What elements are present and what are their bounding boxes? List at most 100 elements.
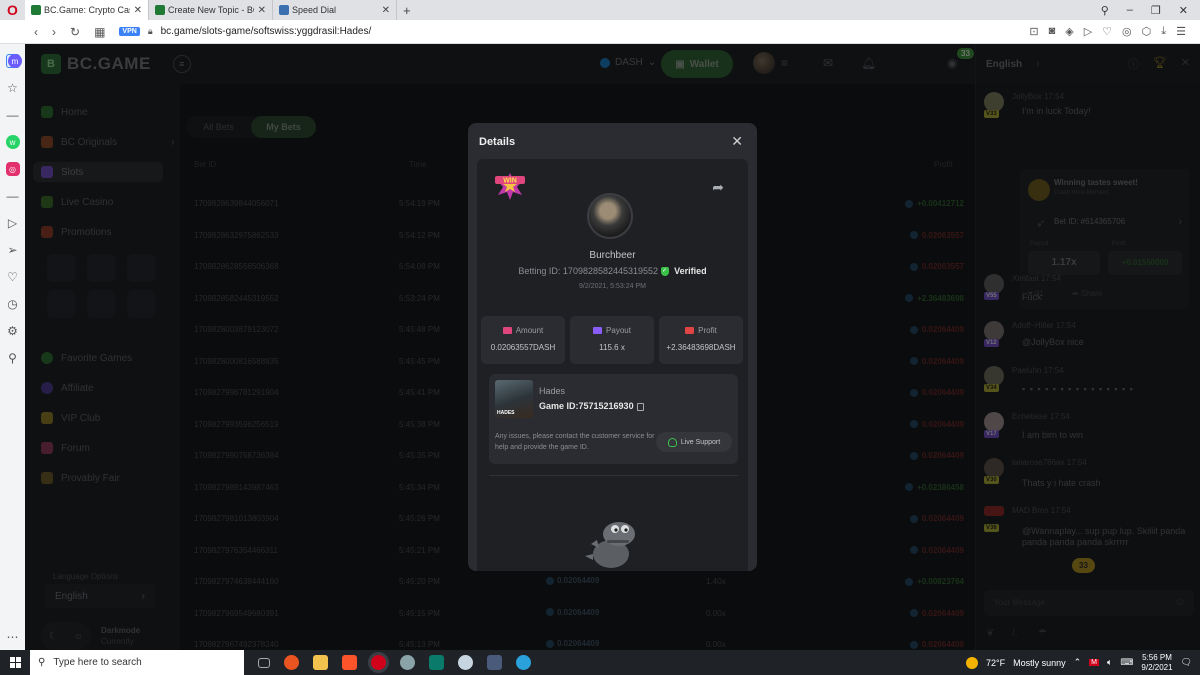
notifications-icon[interactable]: 🗨︎ (1181, 657, 1192, 668)
verified-shield-icon: ✓ (660, 267, 669, 277)
live-support-label: Live Support (680, 438, 721, 446)
divider-icon: — (6, 189, 19, 203)
start-button[interactable] (0, 650, 30, 675)
lock-icon[interactable]: 🔒︎ (148, 26, 153, 37)
amount-icon (502, 327, 512, 334)
opera-menu-icon[interactable]: O (0, 0, 25, 20)
calculator-icon[interactable] (487, 655, 502, 670)
minimize-icon[interactable]: – (1127, 4, 1133, 16)
maximize-icon[interactable]: ❐ (1151, 4, 1161, 17)
steam-icon[interactable] (458, 655, 473, 670)
antivirus-icon[interactable]: M (1089, 659, 1100, 666)
player-icon[interactable]: ▷ (6, 216, 20, 230)
windows-taskbar: ⚲ Type here to search 72°F Mostly sunny … (0, 650, 1200, 675)
forward-icon[interactable]: › (52, 25, 56, 39)
taskbar-clock[interactable]: 5:56 PM 9/2/2021 (1141, 653, 1172, 673)
reload-icon[interactable]: ↻ (70, 25, 80, 39)
messenger-icon[interactable]: m (8, 54, 22, 68)
search-tabs-icon[interactable]: ⚲ (1101, 4, 1109, 17)
verified-label[interactable]: Verified (674, 266, 707, 276)
win-badge-text: WIN (503, 178, 517, 185)
send-icon[interactable]: ➢ (6, 243, 20, 257)
bcgame-page: B BC.GAME ≡ DASH ⌄ ▣ Wallet ≡ ✉ 🔔︎ ◉ 33 … (25, 44, 1200, 650)
taskbar-search[interactable]: ⚲ Type here to search (30, 650, 244, 675)
url-field[interactable]: bc.game/slots-game/softswiss:yggdrasil:H… (161, 26, 372, 37)
history-icon[interactable]: ◷ (6, 297, 20, 311)
win-badge-icon: WIN (495, 173, 525, 200)
shield-icon[interactable]: ◈ (1065, 25, 1073, 38)
extension-icon[interactable]: ◎ (1122, 25, 1132, 38)
more-icon[interactable]: ⋯ (7, 630, 19, 644)
vpn-badge[interactable]: VPN (119, 27, 140, 36)
divider (489, 475, 738, 476)
game-id: Game ID:75715216930 (539, 401, 634, 411)
keyboard-icon[interactable]: ⌨ (1120, 657, 1133, 668)
tab-title: BC.Game: Crypto Casino G (44, 5, 130, 15)
tab-close-icon[interactable]: ✕ (134, 5, 142, 16)
player-name: Burchbeer (589, 250, 636, 261)
telegram-icon[interactable] (516, 655, 531, 670)
game-name[interactable]: Hades (539, 386, 565, 396)
close-window-icon[interactable]: ✕ (1179, 4, 1188, 17)
brave-icon[interactable] (342, 655, 357, 670)
weather-desc[interactable]: Mostly sunny (1013, 658, 1066, 668)
tabs-grid-icon[interactable]: ▦ (94, 25, 105, 39)
favorites-icon[interactable]: ♡ (6, 270, 20, 284)
menu-icon[interactable]: ☰ (1176, 25, 1186, 38)
opera-icon[interactable] (371, 655, 386, 670)
window-controls: ⚲ – ❐ ✕ (1101, 0, 1200, 20)
tips-icon[interactable]: ⚲ (6, 351, 20, 365)
instagram-icon[interactable]: ◎ (5, 162, 20, 176)
volume-icon[interactable]: 🔈︎ (1107, 657, 1112, 668)
weather-temp[interactable]: 72°F (986, 658, 1005, 668)
support-help-text: Any issues, please contact the customer … (495, 433, 655, 451)
taskbar-search-placeholder: Type here to search (53, 657, 142, 668)
copy-icon[interactable] (636, 402, 644, 411)
app-icon[interactable] (400, 655, 415, 670)
search-icon: ⚲ (38, 657, 46, 668)
stat-amount: Amount 0.02063557DASH (481, 316, 565, 364)
divider-icon: — (6, 108, 19, 122)
bookmark-icon[interactable]: ☆ (6, 81, 20, 95)
game-info-box: HADES Hades Game ID:75715216930 Any issu… (489, 374, 738, 464)
snapshot-icon[interactable]: ⊡ (1029, 25, 1038, 38)
tab-close-icon[interactable]: ✕ (258, 5, 266, 16)
speed-dial-favicon-icon (279, 5, 289, 15)
payout-icon (593, 327, 603, 334)
chevron-up-icon[interactable]: ⌃ (1074, 657, 1082, 668)
ubuntu-icon[interactable] (284, 655, 299, 670)
stat-label: Amount (515, 326, 544, 335)
game-thumbnail-label: HADES (497, 410, 515, 416)
stat-payout: Payout 115.6 x (570, 316, 654, 364)
tab-bcgame[interactable]: BC.Game: Crypto Casino G ✕ (25, 0, 149, 20)
task-view-icon[interactable] (258, 657, 270, 668)
stat-value: 115.6 x (599, 343, 625, 352)
stat-value: 0.02063557DASH (490, 343, 556, 352)
browser-tab-bar: O BC.Game: Crypto Casino G ✕ Create New … (0, 0, 1200, 20)
tab-close-icon[interactable]: ✕ (382, 5, 390, 16)
new-tab-button[interactable]: + (397, 3, 417, 18)
download-icon[interactable]: ⤓ (1161, 25, 1166, 38)
heart-icon[interactable]: ♡ (1102, 25, 1112, 38)
play-icon[interactable]: ▷ (1084, 25, 1092, 38)
weather-sun-icon[interactable] (965, 656, 978, 669)
profit-icon (685, 327, 695, 334)
close-icon[interactable]: ✕ (731, 133, 743, 150)
file-explorer-icon[interactable] (313, 655, 328, 670)
stat-profit: Profit +2.36483698DASH (659, 316, 743, 364)
camera-icon[interactable]: ◙ (1049, 25, 1056, 38)
live-support-button[interactable]: Live Support (656, 432, 732, 452)
tab-title: Speed Dial (292, 5, 337, 15)
share-icon[interactable]: ➦ (712, 179, 724, 196)
tab-create-topic[interactable]: Create New Topic - BC.Gam ✕ (149, 0, 273, 20)
cube-icon[interactable]: ⬡ (1142, 25, 1152, 38)
game-thumbnail[interactable]: HADES (495, 380, 533, 418)
dinosaur-mascot-icon (585, 522, 635, 568)
whatsapp-icon[interactable]: w (5, 135, 20, 149)
betting-id-line: Betting ID: 1709828582445319552 ✓ Verifi… (477, 266, 748, 277)
settings-icon[interactable]: ⚙ (6, 324, 20, 338)
back-icon[interactable]: ‹ (34, 25, 38, 39)
tab-speed-dial[interactable]: Speed Dial ✕ (273, 0, 397, 20)
betting-id[interactable]: Betting ID: 1709828582445319552 (518, 266, 658, 276)
terminal-icon[interactable] (429, 655, 444, 670)
